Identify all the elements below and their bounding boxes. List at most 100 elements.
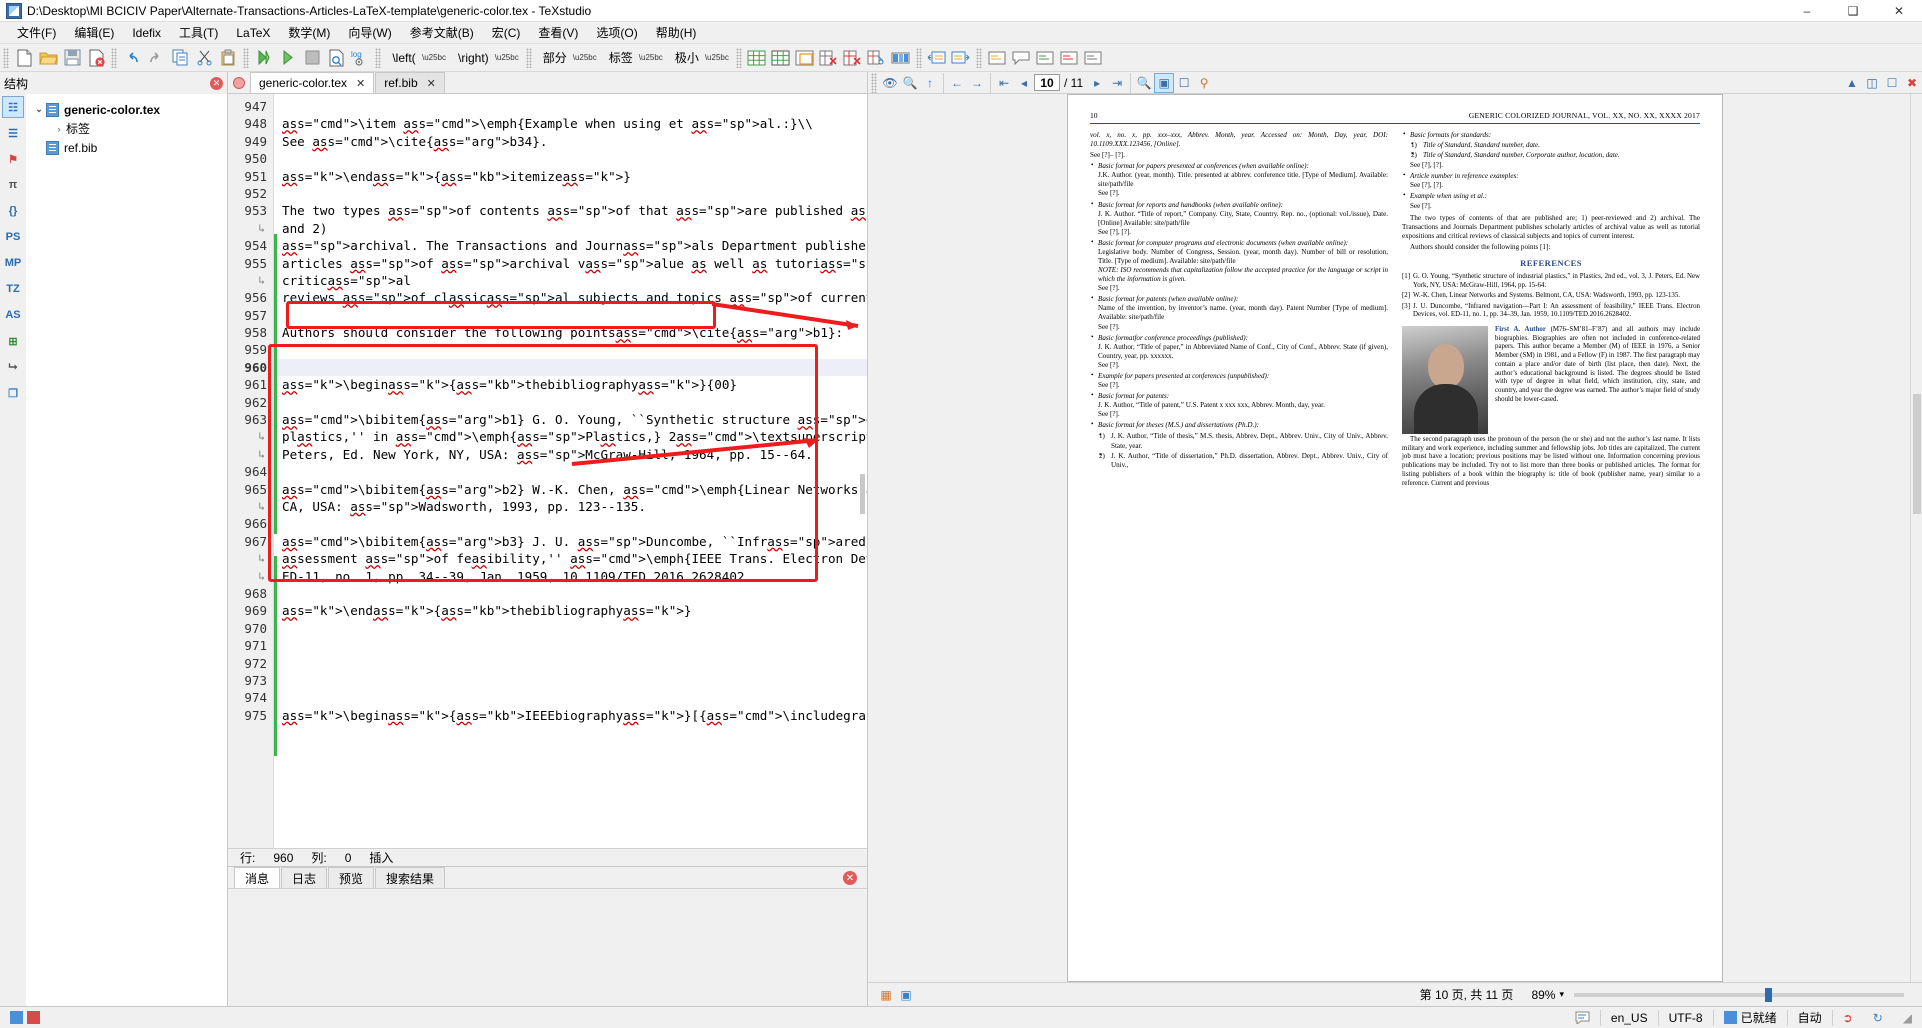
zoom-icon[interactable]: 🔍 [1134, 73, 1154, 93]
compile-icon[interactable] [276, 46, 300, 70]
copy-icon[interactable] [168, 46, 192, 70]
code-line[interactable] [274, 307, 867, 324]
menu-view[interactable]: 查看(V) [529, 22, 587, 43]
code-line[interactable] [274, 655, 867, 672]
pdf-fit-icon[interactable]: ▣ [896, 985, 916, 1005]
pdf-collapse-icon[interactable]: ▲ [1842, 73, 1862, 93]
paste-icon[interactable] [216, 46, 240, 70]
sync-icon[interactable]: ↑ [920, 73, 940, 93]
code-line[interactable]: plastics,'' in ass="cmd">\emph{ass="sp">… [274, 428, 867, 445]
status-bookmark-icon[interactable]: ➲ [1833, 1007, 1863, 1028]
combo-right-delimiter[interactable]: \right) \u25bc [450, 46, 523, 69]
menu-bibliography[interactable]: 参考文献(B) [401, 22, 483, 43]
code-line[interactable]: reviews ass="sp">of classicass="sp">al s… [274, 289, 867, 306]
combo-left-delimiter[interactable]: \left( \u25bc [384, 46, 450, 69]
insert-ref-icon[interactable] [1057, 46, 1081, 70]
maximize-button[interactable]: ❑ [1830, 0, 1876, 22]
forward-icon[interactable]: → [967, 73, 987, 93]
code-line[interactable] [274, 394, 867, 411]
toolbar-grip-4[interactable] [375, 47, 381, 68]
open-file-icon[interactable] [36, 46, 60, 70]
toolbar-grip-2[interactable] [111, 47, 117, 68]
panel-toggle-icon[interactable] [10, 1011, 23, 1024]
menu-latex[interactable]: LaTeX [227, 24, 279, 42]
new-file-icon[interactable] [12, 46, 36, 70]
code-line[interactable]: Peters, Ed. New York, NY, USA: ass="sp">… [274, 446, 867, 463]
code-line[interactable]: ass="cmd">\bibitem{ass="arg">b2} W.-K. C… [274, 481, 867, 498]
chevron-down-icon[interactable]: ▾ [1559, 989, 1564, 1000]
pdf-split-icon[interactable]: ◫ [1862, 73, 1882, 93]
close-icon[interactable]: ✕ [356, 77, 365, 90]
tree-item-ref-bib[interactable]: ref.bib [26, 138, 227, 157]
status-refresh-icon[interactable]: ↻ [1863, 1007, 1893, 1028]
code-line[interactable]: articles ass="sp">of ass="sp">archival v… [274, 255, 867, 272]
code-line[interactable]: ass="k">\beginass="k">{ass="kb">IEEEbiog… [274, 707, 867, 724]
code-line[interactable]: criticass="sp">al [274, 272, 867, 289]
page-number-input[interactable]: 10 [1034, 74, 1060, 91]
stop-icon[interactable] [300, 46, 324, 70]
cut-icon[interactable] [192, 46, 216, 70]
toolbar-grip[interactable] [3, 47, 9, 68]
rail-misc-icon[interactable]: ⮡ [2, 356, 24, 378]
menu-wizards[interactable]: 向导(W) [339, 22, 400, 43]
indent-icon[interactable] [925, 46, 949, 70]
menu-options[interactable]: 选项(O) [587, 22, 646, 43]
code-line[interactable]: ass="cmd">\bibitem{ass="arg">b3} J. U. a… [274, 533, 867, 550]
fit-page-icon[interactable]: ▣ [1154, 72, 1175, 93]
pdf-zoom-level[interactable]: 89% [1531, 988, 1555, 1002]
code-line[interactable]: ass="k">\beginass="k">{ass="kb">thebibli… [274, 376, 867, 393]
bottom-tab-search-results[interactable]: 搜索结果 [375, 867, 446, 888]
code-line[interactable] [274, 585, 867, 602]
insert-label-icon[interactable] [1033, 46, 1057, 70]
code-line[interactable] [274, 150, 867, 167]
code-line[interactable]: ED-11, no. 1, pp. 34--39, Jan. 1959, 10.… [274, 568, 867, 585]
code-line[interactable] [274, 341, 867, 358]
table-tools-icon[interactable] [865, 46, 889, 70]
status-resize-grip[interactable]: ◢ [1893, 1007, 1922, 1028]
close-button[interactable]: ✕ [1876, 0, 1922, 22]
insert-note-icon[interactable] [985, 46, 1009, 70]
twisty-icon[interactable]: › [52, 124, 66, 134]
code-line[interactable] [274, 463, 867, 480]
code-line[interactable]: ass="cmd">\bibitem{ass="arg">b1} G. O. Y… [274, 411, 867, 428]
status-spell-icon[interactable] [1565, 1007, 1600, 1028]
pdf-external-viewer-icon[interactable]: 👁 [880, 73, 900, 93]
rail-symbols-braces-icon[interactable]: {} [2, 200, 24, 222]
insert-table-green-icon[interactable] [769, 46, 793, 70]
code-line[interactable]: The two types ass="sp">of contents ass="… [274, 202, 867, 219]
redo-icon[interactable] [144, 46, 168, 70]
menu-idefix[interactable]: Idefix [123, 24, 170, 42]
rail-presentation-icon[interactable]: ⊞ [2, 330, 24, 352]
combo-fontsize[interactable]: 极小 \u25bc [666, 46, 733, 69]
rail-structure-icon[interactable]: ☷ [2, 96, 24, 118]
bottom-tab-messages[interactable]: 消息 [234, 867, 281, 888]
delete-row-icon[interactable] [817, 46, 841, 70]
code-text-area[interactable]: ass="cmd">\item ass="cmd">\emph{Example … [274, 94, 867, 848]
menu-macros[interactable]: 宏(C) [483, 22, 530, 43]
editor-warning-icon[interactable] [228, 73, 250, 93]
prev-page-icon[interactable]: ◂ [1014, 73, 1034, 93]
code-line[interactable] [274, 185, 867, 202]
back-icon[interactable]: ← [947, 73, 967, 93]
menu-math[interactable]: 数学(M) [279, 22, 339, 43]
rail-list-icon[interactable]: ☰ [2, 122, 24, 144]
structure-panel-close-icon[interactable]: ✕ [210, 76, 223, 90]
code-line[interactable] [274, 689, 867, 706]
bottom-panel-close-icon[interactable]: ✕ [843, 871, 857, 885]
code-editor[interactable]: 947 948 949 950 951 952 953 ↳ 954 955 ↳ 956 957 958 95… [228, 94, 867, 848]
toolbar-grip-3[interactable] [243, 47, 249, 68]
rail-bookmarks-icon[interactable]: ⚑ [2, 148, 24, 170]
toolbar-grip-5[interactable] [525, 47, 532, 68]
combo-label[interactable]: 标签 \u25bc [600, 46, 667, 69]
toolbar-grip-8[interactable] [975, 47, 982, 68]
pdf-close-icon[interactable]: ✖ [1902, 73, 1922, 93]
code-line[interactable] [274, 620, 867, 637]
pdf-detach-icon[interactable]: ☐ [1882, 73, 1902, 93]
twisty-icon[interactable]: ⌄ [32, 104, 46, 115]
insert-table-icon[interactable] [745, 46, 769, 70]
status-auto[interactable]: 自动 [1788, 1007, 1832, 1028]
code-line[interactable]: ass="k">\endass="k">{ass="kb">thebibliog… [274, 602, 867, 619]
pdf-scrollbar[interactable] [1910, 94, 1922, 982]
panel-toggle-icon-2[interactable] [27, 1011, 40, 1024]
status-locale[interactable]: en_US [1601, 1007, 1658, 1028]
